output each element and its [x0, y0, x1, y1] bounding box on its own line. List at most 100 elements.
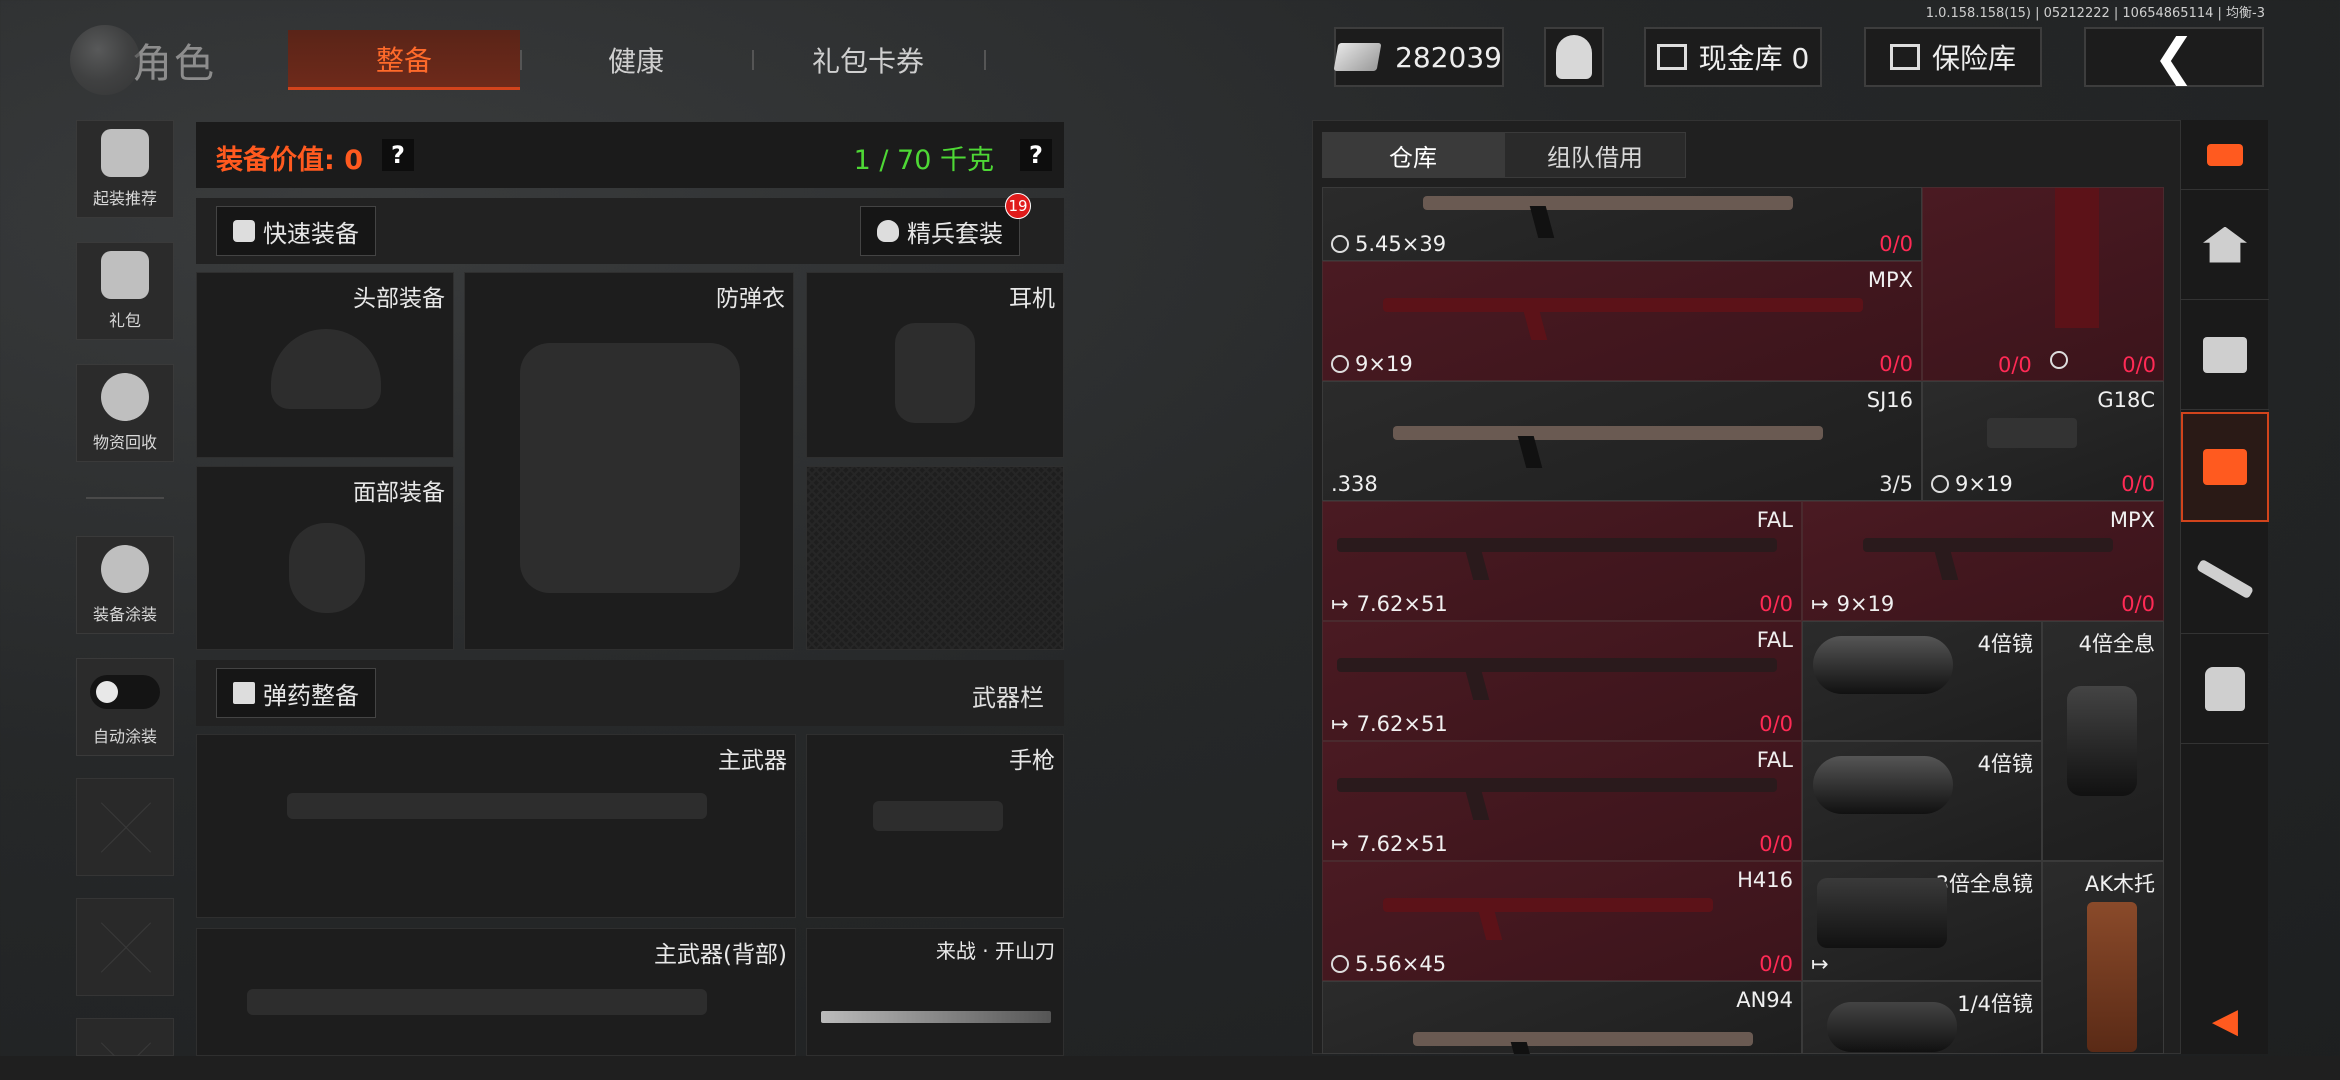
headset-slot[interactable]: 耳机	[806, 272, 1064, 458]
slot-label: 手枪	[1009, 748, 1055, 774]
cash-vault-button[interactable]: 现金库 0	[1644, 27, 1822, 87]
item-caliber: ↦ 9×19	[1811, 592, 1894, 616]
tab-divider	[984, 50, 986, 70]
sidebar-item-gift[interactable]: 礼包	[76, 242, 174, 340]
category-chest[interactable]	[2181, 300, 2269, 410]
inventory-item[interactable]: SJ16 .338 3/5	[1322, 381, 1922, 501]
equipment-summary: 装备价值: 0 ? 1 / 70 千克 ?	[196, 122, 1064, 188]
collapse-button[interactable]: ◀	[2181, 990, 2269, 1052]
item-name: 3倍全息镜	[1935, 872, 2033, 896]
item-name: H416	[1737, 868, 1793, 892]
inventory-item[interactable]: AN94	[1322, 981, 1802, 1054]
pistol-slot[interactable]: 手枪	[806, 734, 1064, 918]
inventory-item[interactable]: 1/4倍镜	[1802, 981, 2042, 1054]
sidebar-label: 礼包	[108, 311, 141, 330]
caliber-icon	[1331, 955, 1349, 973]
face-gear-slot[interactable]: 面部装备	[196, 466, 454, 650]
tab-gift-vouchers[interactable]: 礼包卡券	[752, 30, 984, 90]
tab-team-borrow[interactable]: 组队借用	[1504, 132, 1686, 178]
caliber-text: 5.56×45	[1355, 952, 1447, 976]
agent-icon	[1556, 35, 1592, 79]
caliber-text: 9×19	[1836, 592, 1895, 616]
rifle-icon	[247, 989, 707, 1015]
inventory-item[interactable]: H416 5.56×45 0/0	[1322, 861, 1802, 981]
item-name: FAL	[1756, 508, 1793, 532]
primary-weapon-slot[interactable]: 主武器	[196, 734, 796, 918]
currency-display[interactable]: 282039	[1333, 27, 1504, 87]
item-name: FAL	[1756, 748, 1793, 772]
armor-slot[interactable]: 防弹衣	[464, 272, 794, 650]
locked-slot	[806, 466, 1064, 650]
inventory-item[interactable]: 4倍镜	[1802, 741, 2042, 861]
empty-slot	[76, 778, 174, 876]
tab-health[interactable]: 健康	[520, 30, 752, 90]
item-caliber: .338	[1331, 472, 1378, 496]
cash-vault-label: 现金库 0	[1698, 42, 1810, 75]
headset-icon	[895, 323, 975, 423]
inventory-item[interactable]: 3倍全息镜 ↦	[1802, 861, 2042, 981]
empty-slot	[76, 898, 174, 996]
item-name: 4倍全息	[2078, 632, 2155, 656]
caliber-icon	[1331, 235, 1349, 253]
caliber-icon	[1931, 475, 1949, 493]
wooden-stock-icon	[2087, 902, 2137, 1052]
back-button[interactable]: ❮	[2084, 27, 2264, 87]
safe-box-button[interactable]: 保险库	[1864, 27, 2042, 87]
sort-button[interactable]	[2181, 120, 2269, 190]
weight-capacity: 1 / 70 千克	[853, 145, 994, 176]
sidebar-item-loadout-recommend[interactable]: 起装推荐	[76, 120, 174, 218]
inventory-item[interactable]: AK木托	[2042, 861, 2164, 1054]
inventory-item[interactable]: FAL ↦ 7.62×51 0/0	[1322, 501, 1802, 621]
safe-icon	[1889, 44, 1920, 70]
caliber-icon	[1331, 355, 1349, 373]
item-name: G18C	[2097, 388, 2155, 412]
slot-label: 来战 · 开山刀	[935, 939, 1055, 963]
inventory-item[interactable]: FAL ↦ 7.62×51 0/0	[1322, 621, 1802, 741]
scope-icon	[1813, 756, 1953, 814]
back-weapon-slot[interactable]: 主武器(背部)	[196, 928, 796, 1056]
elite-set-button[interactable]: 精兵套装 19	[860, 193, 1031, 256]
item-name: SJ16	[1866, 388, 1913, 412]
warehouse-tabs: 仓库 组队借用	[1322, 132, 1686, 180]
quick-equip-button[interactable]: 快速装备	[216, 206, 376, 256]
value-help-button[interactable]: ?	[382, 139, 414, 171]
elite-set-label: 精兵套装	[907, 219, 1003, 248]
item-count: 0/0	[1759, 832, 1793, 856]
sidebar-item-auto-skin[interactable]: 自动涂装	[76, 658, 174, 756]
ammo-setup-label: 弹药整备	[263, 681, 359, 710]
item-name: MPX	[2109, 508, 2155, 532]
category-storage[interactable]	[2181, 412, 2269, 522]
agent-button[interactable]	[1544, 27, 1604, 87]
tab-warehouse[interactable]: 仓库	[1322, 132, 1504, 178]
category-all[interactable]	[2181, 190, 2269, 300]
chest-icon	[2203, 336, 2247, 373]
item-footer: 0/0 0/0	[1922, 341, 2164, 381]
item-caliber: 9×19	[1331, 352, 1413, 376]
auto-skin-toggle[interactable]	[90, 675, 160, 709]
item-name: 4倍镜	[1977, 752, 2033, 776]
category-weapons[interactable]	[2181, 524, 2269, 634]
melee-slot[interactable]: 来战 · 开山刀	[806, 928, 1064, 1056]
inventory-item[interactable]: G18C 9×19 0/0	[1922, 381, 2164, 501]
category-armor[interactable]	[2181, 634, 2269, 744]
inventory-item[interactable]: MPX 9×19 0/0	[1322, 261, 1922, 381]
caliber-text: 7.62×51	[1356, 592, 1448, 616]
item-count: 0/0	[2121, 592, 2155, 616]
inventory-item[interactable]: FAL ↦ 7.62×51 0/0	[1322, 741, 1802, 861]
inventory-item[interactable]: 4倍全息	[2042, 621, 2164, 861]
skin-icon	[101, 545, 149, 593]
item-count: 0/0	[1759, 592, 1793, 616]
tab-equipment[interactable]: 整备	[288, 30, 520, 90]
pistol-icon	[873, 801, 1003, 831]
sidebar-item-recycle[interactable]: 物资回收	[76, 364, 174, 462]
head-gear-slot[interactable]: 头部装备	[196, 272, 454, 458]
ammo-setup-button[interactable]: 弹药整备	[216, 668, 376, 718]
shirt-icon	[233, 220, 255, 242]
inventory-item[interactable]: 5.45×39 0/0	[1322, 187, 1922, 261]
caliber-text: 9×19	[1355, 352, 1413, 376]
sidebar-item-skin[interactable]: 装备涂装	[76, 536, 174, 634]
inventory-item[interactable]: 4倍镜	[1802, 621, 2042, 741]
weight-help-button[interactable]: ?	[1020, 139, 1052, 171]
inventory-item[interactable]: MPX ↦ 9×19 0/0	[1802, 501, 2164, 621]
weapon-bar-label: 武器栏	[972, 684, 1044, 712]
